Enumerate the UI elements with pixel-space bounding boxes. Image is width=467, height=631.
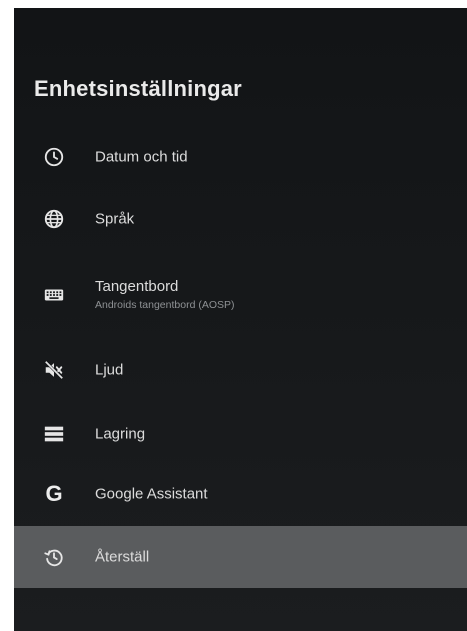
menu-item-label: Google Assistant — [95, 485, 208, 503]
keyboard-icon — [42, 283, 66, 307]
settings-panel: Enhetsinställningar Datum och tid Språk — [14, 8, 467, 631]
menu-item-label: Återställ — [95, 548, 150, 566]
menu-item-label: Språk — [95, 210, 135, 228]
menu-item-label: Datum och tid — [95, 148, 188, 166]
menu-item-datum-och-tid[interactable]: Datum och tid — [14, 127, 467, 187]
google-g-icon: G — [45, 481, 63, 506]
sound-off-icon — [42, 358, 66, 382]
globe-icon — [42, 207, 66, 231]
menu-item-label: Tangentbord — [95, 278, 179, 295]
menu-item-label: Lagring — [95, 425, 146, 443]
menu-item-aterstall[interactable]: Återställ — [14, 526, 467, 588]
page-title: Enhetsinställningar — [34, 76, 242, 101]
menu-item-lagring[interactable]: Lagring — [14, 404, 467, 464]
menu-item-google-assistant[interactable]: G Google Assistant — [14, 464, 467, 524]
reset-history-icon — [42, 545, 66, 569]
menu-item-sprak[interactable]: Språk — [14, 189, 467, 249]
menu-item-ljud[interactable]: Ljud — [14, 340, 467, 400]
menu-item-sublabel: Androids tangentbord (AOSP) — [95, 299, 235, 311]
menu-item-tangentbord[interactable]: Tangentbord Androids tangentbord (AOSP) — [14, 265, 467, 325]
clock-icon — [42, 145, 66, 169]
menu-item-label: Ljud — [95, 361, 124, 379]
storage-icon — [42, 422, 66, 446]
